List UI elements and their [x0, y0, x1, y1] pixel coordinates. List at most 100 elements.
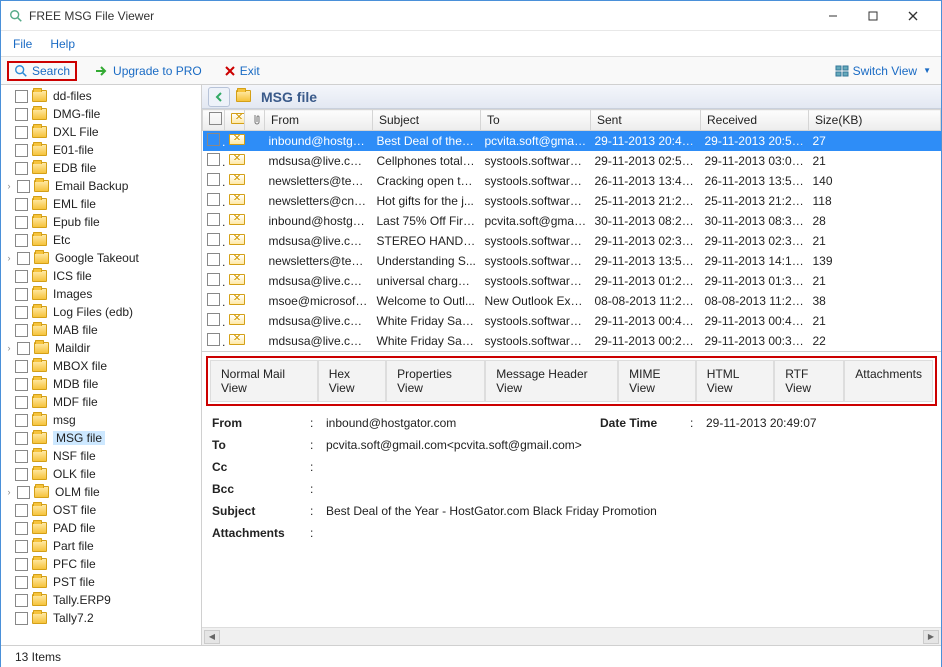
table-row[interactable]: mdsusa@live.cp2...universal charger ...s… — [203, 271, 941, 291]
tree-item[interactable]: Tally.ERP9 — [1, 591, 201, 609]
view-tab[interactable]: Message Header View — [485, 360, 618, 402]
checkbox[interactable] — [17, 180, 30, 193]
tree-item[interactable]: MSG file — [1, 429, 201, 447]
minimize-button[interactable] — [813, 2, 853, 30]
row-checkbox[interactable] — [207, 153, 220, 166]
tree-item[interactable]: ›Email Backup — [1, 177, 201, 195]
checkbox[interactable] — [15, 108, 28, 121]
tree-item[interactable]: EDB file — [1, 159, 201, 177]
checkbox[interactable] — [15, 378, 28, 391]
expand-icon[interactable]: › — [3, 343, 15, 353]
checkbox[interactable] — [15, 126, 28, 139]
checkbox[interactable] — [17, 486, 30, 499]
table-row[interactable]: newsletters@tech...Understanding S...sys… — [203, 251, 941, 271]
tree-item[interactable]: MDF file — [1, 393, 201, 411]
row-checkbox[interactable] — [207, 233, 220, 246]
checkbox[interactable] — [15, 90, 28, 103]
checkbox[interactable] — [15, 234, 28, 247]
tree-item[interactable]: PFC file — [1, 555, 201, 573]
table-row[interactable]: mdsusa@live.cp2...White Friday Sale ...s… — [203, 311, 941, 331]
tree-item[interactable]: PAD file — [1, 519, 201, 537]
col-from[interactable]: From — [265, 110, 373, 131]
row-checkbox[interactable] — [207, 193, 220, 206]
col-attachment[interactable] — [245, 110, 265, 131]
row-checkbox[interactable] — [207, 313, 220, 326]
search-button[interactable]: Search — [7, 61, 77, 81]
tree-item[interactable]: MAB file — [1, 321, 201, 339]
tree-item[interactable]: NSF file — [1, 447, 201, 465]
expand-icon[interactable]: › — [3, 181, 15, 191]
view-tab[interactable]: RTF View — [774, 360, 844, 402]
table-row[interactable]: newsletters@tech...Cracking open th...sy… — [203, 171, 941, 191]
row-checkbox[interactable] — [207, 293, 220, 306]
row-checkbox[interactable] — [207, 133, 220, 146]
checkbox[interactable] — [15, 558, 28, 571]
scroll-left-button[interactable]: ◀ — [204, 630, 220, 644]
checkbox[interactable] — [15, 396, 28, 409]
checkbox[interactable] — [17, 252, 30, 265]
upgrade-button[interactable]: Upgrade to PRO — [91, 62, 206, 80]
checkbox[interactable] — [15, 144, 28, 157]
tree-item[interactable]: Images — [1, 285, 201, 303]
scroll-right-button[interactable]: ▶ — [923, 630, 939, 644]
tree-item[interactable]: MDB file — [1, 375, 201, 393]
checkbox[interactable] — [15, 306, 28, 319]
maximize-button[interactable] — [853, 2, 893, 30]
table-row[interactable]: mdsusa@live.cp2...STEREO HANDSFR...systo… — [203, 231, 941, 251]
checkbox[interactable] — [15, 450, 28, 463]
checkbox[interactable] — [17, 342, 30, 355]
close-button[interactable] — [893, 2, 933, 30]
table-row[interactable]: mdsusa@live.cp2...Cellphones total c...s… — [203, 151, 941, 171]
checkbox[interactable] — [15, 198, 28, 211]
tree-item[interactable]: E01-file — [1, 141, 201, 159]
tree-item[interactable]: ›OLM file — [1, 483, 201, 501]
expand-icon[interactable]: › — [3, 487, 15, 497]
row-checkbox[interactable] — [207, 273, 220, 286]
checkbox[interactable] — [15, 612, 28, 625]
col-check[interactable] — [203, 110, 225, 131]
checkbox[interactable] — [15, 504, 28, 517]
horizontal-scrollbar[interactable]: ◀ ▶ — [202, 627, 941, 645]
tree-item[interactable]: PST file — [1, 573, 201, 591]
tree-item[interactable]: Part file — [1, 537, 201, 555]
menu-file[interactable]: File — [13, 37, 32, 51]
exit-button[interactable]: Exit — [220, 62, 264, 80]
expand-icon[interactable]: › — [3, 253, 15, 263]
tree-item[interactable]: ›Maildir — [1, 339, 201, 357]
checkbox[interactable] — [15, 414, 28, 427]
tree-item[interactable]: DMG-file — [1, 105, 201, 123]
view-tab[interactable]: Properties View — [386, 360, 485, 402]
folder-tree[interactable]: dd-filesDMG-fileDXL FileE01-fileEDB file… — [1, 85, 202, 645]
tree-item[interactable]: EML file — [1, 195, 201, 213]
row-checkbox[interactable] — [207, 253, 220, 266]
nav-back-button[interactable] — [208, 87, 230, 107]
checkbox[interactable] — [15, 324, 28, 337]
checkbox[interactable] — [15, 468, 28, 481]
table-row[interactable]: mdsusa@live.cp2...White Friday Sale ...s… — [203, 331, 941, 351]
row-checkbox[interactable] — [207, 213, 220, 226]
tree-item[interactable]: Tally7.2 — [1, 609, 201, 627]
checkbox[interactable] — [15, 360, 28, 373]
tree-item[interactable]: Log Files (edb) — [1, 303, 201, 321]
table-row[interactable]: newsletters@cnet...Hot gifts for the j..… — [203, 191, 941, 211]
col-icon[interactable] — [225, 110, 245, 131]
col-sent[interactable]: Sent — [591, 110, 701, 131]
view-tab[interactable]: Hex View — [318, 360, 386, 402]
tree-item[interactable]: Etc — [1, 231, 201, 249]
table-row[interactable]: inbound@hostgat...Last 75% Off Fire ...p… — [203, 211, 941, 231]
row-checkbox[interactable] — [207, 333, 220, 346]
view-tab[interactable]: HTML View — [696, 360, 774, 402]
checkbox[interactable] — [15, 162, 28, 175]
view-tab[interactable]: Attachments — [844, 360, 933, 402]
checkbox[interactable] — [15, 288, 28, 301]
checkbox[interactable] — [15, 432, 28, 445]
tree-item[interactable]: OST file — [1, 501, 201, 519]
checkbox[interactable] — [15, 594, 28, 607]
tree-item[interactable]: dd-files — [1, 87, 201, 105]
view-tab[interactable]: Normal Mail View — [210, 360, 318, 402]
tree-item[interactable]: ›Google Takeout — [1, 249, 201, 267]
checkbox[interactable] — [15, 576, 28, 589]
tree-item[interactable]: MBOX file — [1, 357, 201, 375]
checkbox[interactable] — [15, 540, 28, 553]
col-to[interactable]: To — [481, 110, 591, 131]
